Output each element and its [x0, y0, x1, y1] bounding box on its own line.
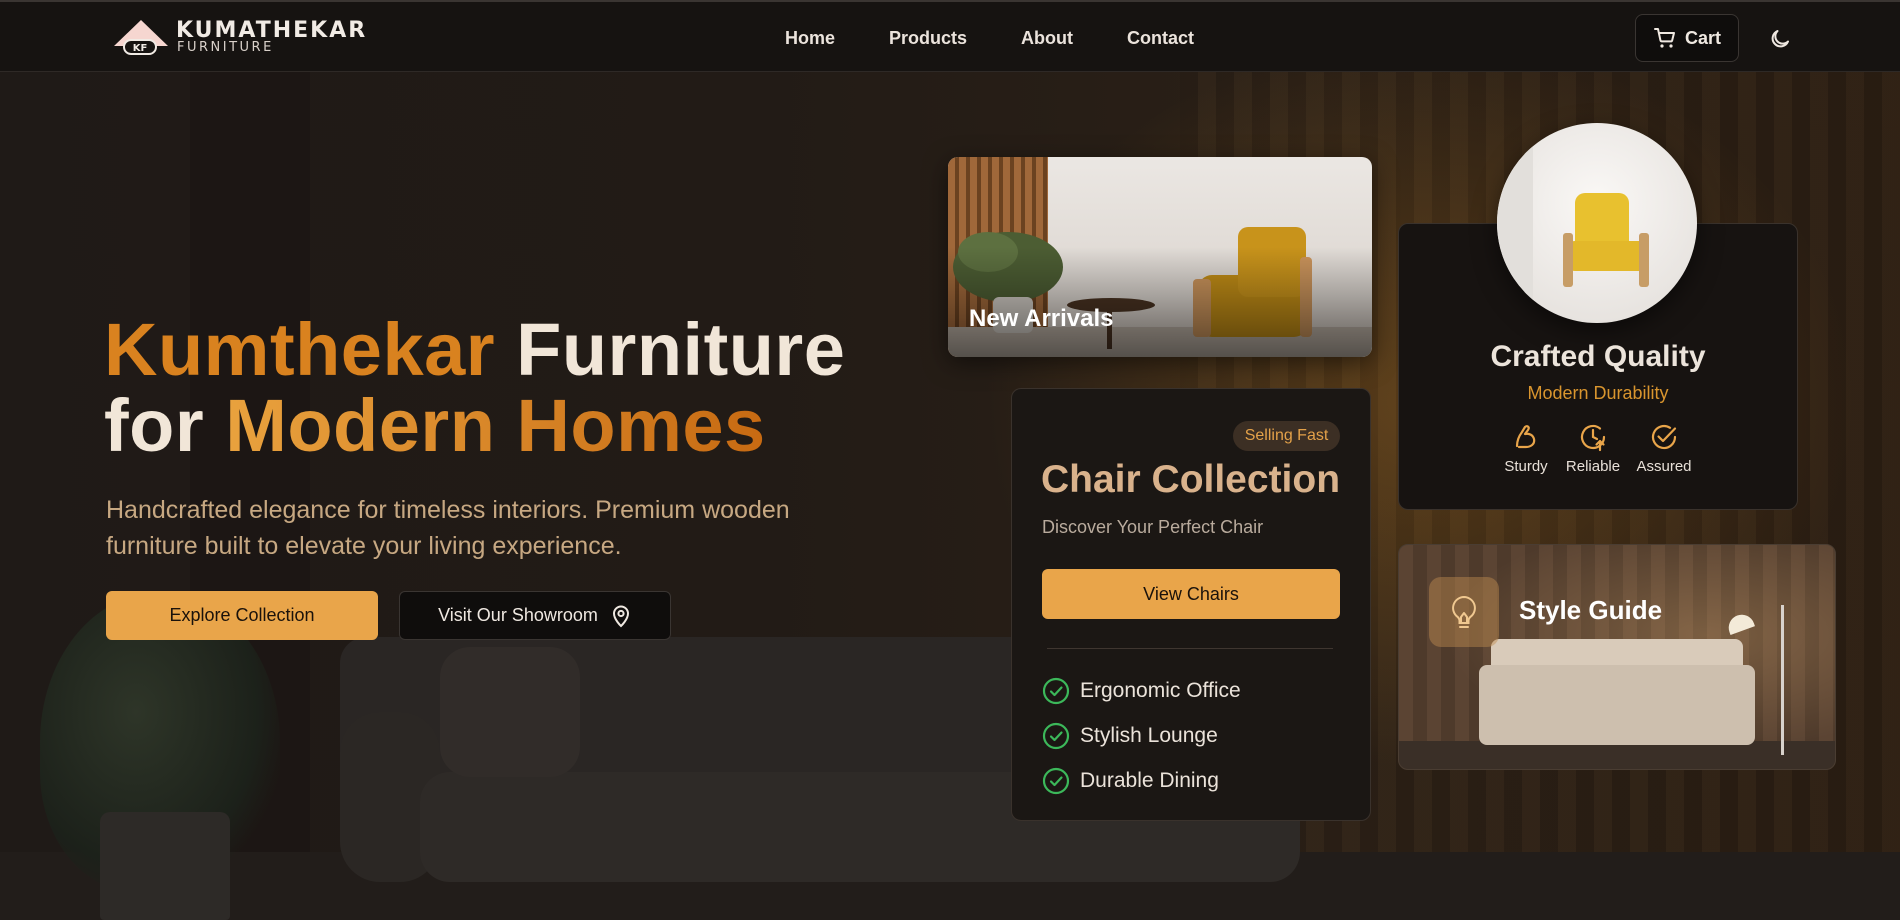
check-icon: [1042, 767, 1070, 794]
logo[interactable]: KF KUMATHEKAR FURNITURE: [110, 18, 370, 58]
yellow-chair-photo: [1497, 123, 1697, 323]
divider: [1047, 648, 1333, 649]
hero-subtitle: Handcrafted elegance for timeless interi…: [106, 496, 790, 560]
style-guide-icon-tile: [1429, 577, 1499, 647]
nav-about[interactable]: About: [1021, 28, 1073, 49]
feature-assured: Assured: [1624, 422, 1704, 475]
view-chairs-button[interactable]: View Chairs: [1042, 569, 1340, 619]
chair-collection-title: Chair Collection: [1041, 458, 1341, 501]
list-item-label: Stylish Lounge: [1080, 723, 1218, 747]
new-arrivals-card[interactable]: New Arrivals: [948, 157, 1372, 357]
check-icon: [1042, 722, 1070, 749]
style-guide-floor: [1399, 741, 1835, 769]
cart-label: Cart: [1684, 27, 1721, 48]
nav-contact[interactable]: Contact: [1127, 28, 1194, 49]
list-item-label: Ergonomic Office: [1080, 678, 1241, 702]
nav-links: Home Products About Contact: [785, 2, 1194, 74]
feature-reliable: Reliable: [1553, 422, 1633, 475]
map-pin-icon: [612, 605, 629, 627]
lightbulb-icon: [1452, 595, 1476, 628]
svg-text:KF: KF: [133, 43, 148, 54]
new-arrivals-label: New Arrivals: [969, 305, 1114, 332]
crafted-quality-subtitle: Modern Durability: [1527, 383, 1669, 403]
chair-collection-subtitle: Discover Your Perfect Chair: [1042, 517, 1264, 537]
check-circle-icon: [1651, 424, 1677, 450]
list-item: Ergonomic Office: [1042, 668, 1241, 713]
cart-button[interactable]: Cart: [1635, 14, 1739, 62]
feature-reliable-label: Reliable: [1565, 458, 1621, 475]
flexed-arm-icon: [1515, 425, 1536, 449]
crafted-quality-title: Crafted Quality: [1490, 340, 1706, 373]
hero-title-modern-homes: Modern Homes: [225, 384, 766, 467]
nav-home[interactable]: Home: [785, 28, 835, 49]
plant-pot: [100, 812, 230, 920]
explore-collection-button[interactable]: Explore Collection: [106, 591, 378, 640]
clock-arrow-icon: [1580, 424, 1606, 452]
visit-showroom-label: Visit Our Showroom: [438, 605, 598, 625]
sofa-photo: [1479, 665, 1755, 745]
moon-icon: [1771, 30, 1789, 48]
hero-title: Kumthekar Furniture for Modern Homes: [104, 312, 845, 464]
selling-fast-badge: Selling Fast: [1233, 421, 1340, 451]
hero-title-furniture: Furniture: [495, 308, 846, 391]
logo-mark-icon: KF: [114, 20, 168, 55]
brand-tagline: FURNITURE: [177, 40, 274, 55]
check-icon: [1042, 677, 1070, 704]
sofa-cushion: [440, 647, 580, 777]
floor-lamp: [1781, 605, 1784, 755]
style-guide-label: Style Guide: [1519, 595, 1663, 625]
chair-feature-list: Ergonomic Office Stylish Lounge Durable …: [1042, 668, 1241, 803]
list-item-label: Durable Dining: [1080, 768, 1219, 792]
visit-showroom-button[interactable]: Visit Our Showroom: [399, 591, 671, 640]
theme-toggle-button[interactable]: [1765, 24, 1795, 54]
navbar: KF KUMATHEKAR FURNITURE Home Products Ab…: [0, 0, 1900, 72]
hero-title-for: for: [104, 384, 226, 467]
hero-title-brand: Kumthekar: [104, 308, 496, 391]
cart-icon: [1653, 28, 1675, 48]
nav-products[interactable]: Products: [889, 28, 967, 49]
feature-assured-label: Assured: [1636, 458, 1692, 475]
style-guide-card[interactable]: Style Guide: [1398, 544, 1836, 770]
list-item: Stylish Lounge: [1042, 713, 1241, 758]
list-item: Durable Dining: [1042, 758, 1241, 803]
